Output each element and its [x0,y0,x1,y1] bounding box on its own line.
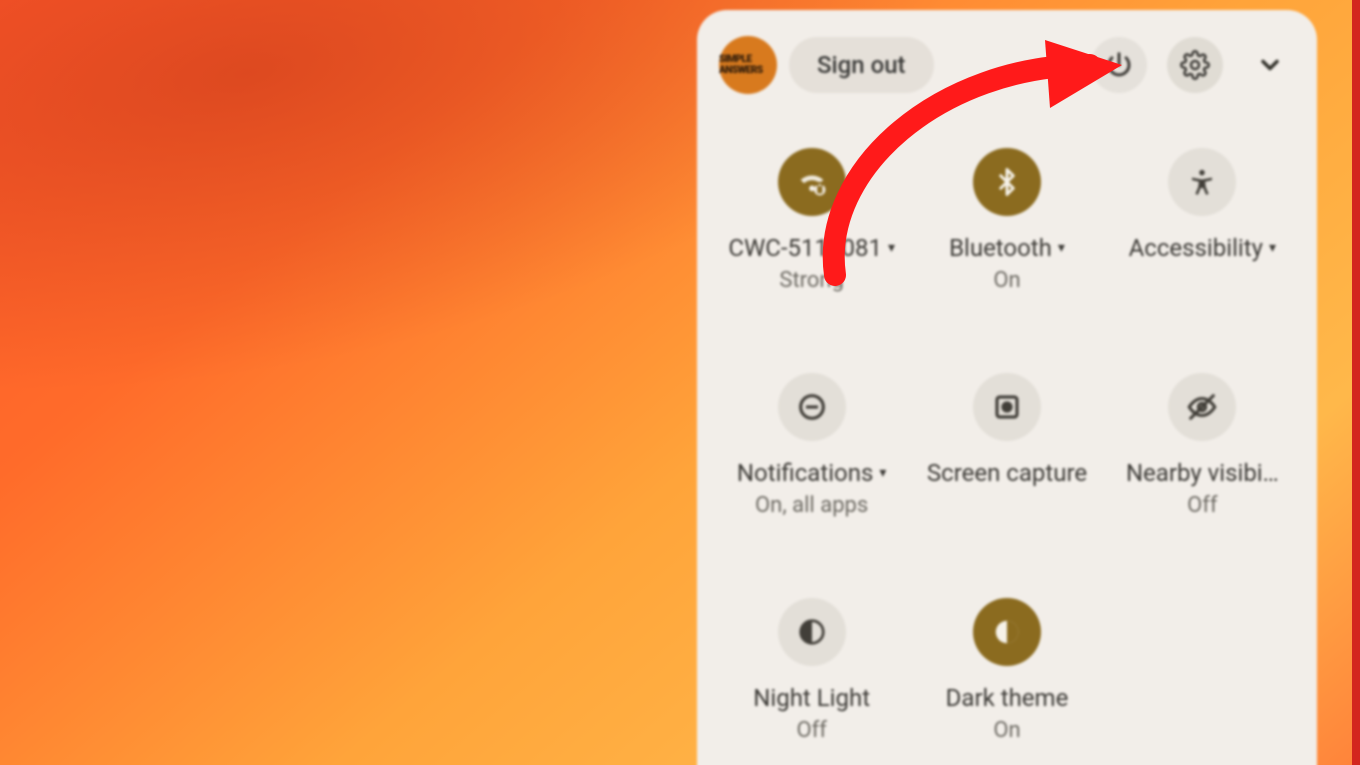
visibility-off-icon [1168,373,1236,441]
accessibility-tile[interactable]: Accessibility▾ [1110,148,1295,293]
dark-theme-status: On [914,718,1099,743]
avatar-text: SIMPLE ANSWERS [719,54,777,76]
night-light-icon [778,598,846,666]
caret-icon: ▾ [879,465,886,481]
accessibility-icon [1168,148,1236,216]
nearby-status: Off [1110,493,1295,518]
quick-toggle-grid: CWC-5115081▾ Strong Bluetooth▾ On Access… [719,148,1295,743]
wifi-tile[interactable]: CWC-5115081▾ Strong [719,148,904,293]
dark-theme-tile[interactable]: Dark theme On [914,598,1099,743]
wifi-label: CWC-5115081▾ [728,234,895,262]
screen-capture-label: Screen capture [927,459,1087,488]
caret-icon: ▾ [888,240,895,256]
night-light-label: Night Light [753,684,870,712]
right-edge [1352,0,1360,765]
sign-out-label: Sign out [817,51,906,79]
screen-capture-tile[interactable]: Screen capture [914,373,1099,518]
caret-icon: ▾ [1269,240,1276,256]
gear-icon [1180,50,1210,80]
bluetooth-icon [973,148,1041,216]
notifications-label: Notifications▾ [737,459,886,487]
screen-capture-icon [973,373,1041,441]
panel-header: SIMPLE ANSWERS Sign out [719,32,1295,98]
sign-out-button[interactable]: Sign out [789,37,934,93]
chevron-down-icon [1256,51,1284,79]
do-not-disturb-icon [778,373,846,441]
power-button[interactable] [1091,37,1147,93]
dark-theme-icon [973,598,1041,666]
power-icon [1104,50,1134,80]
bluetooth-status: On [914,268,1099,293]
notifications-status: On, all apps [719,493,904,518]
quick-settings-panel: SIMPLE ANSWERS Sign out CWC [697,10,1317,765]
wifi-status: Strong [719,268,904,293]
night-light-status: Off [719,718,904,743]
caret-icon: ▾ [1058,240,1065,256]
avatar[interactable]: SIMPLE ANSWERS [719,36,777,94]
dark-theme-label: Dark theme [946,684,1069,712]
bluetooth-label: Bluetooth▾ [949,234,1065,262]
nearby-label: Nearby visibi… [1126,459,1279,487]
bluetooth-tile[interactable]: Bluetooth▾ On [914,148,1099,293]
night-light-tile[interactable]: Night Light Off [719,598,904,743]
settings-button[interactable] [1167,37,1223,93]
wifi-icon [778,148,846,216]
accessibility-label: Accessibility▾ [1129,234,1276,262]
nearby-tile[interactable]: Nearby visibi… Off [1110,373,1295,518]
notifications-tile[interactable]: Notifications▾ On, all apps [719,373,904,518]
collapse-button[interactable] [1245,40,1295,90]
